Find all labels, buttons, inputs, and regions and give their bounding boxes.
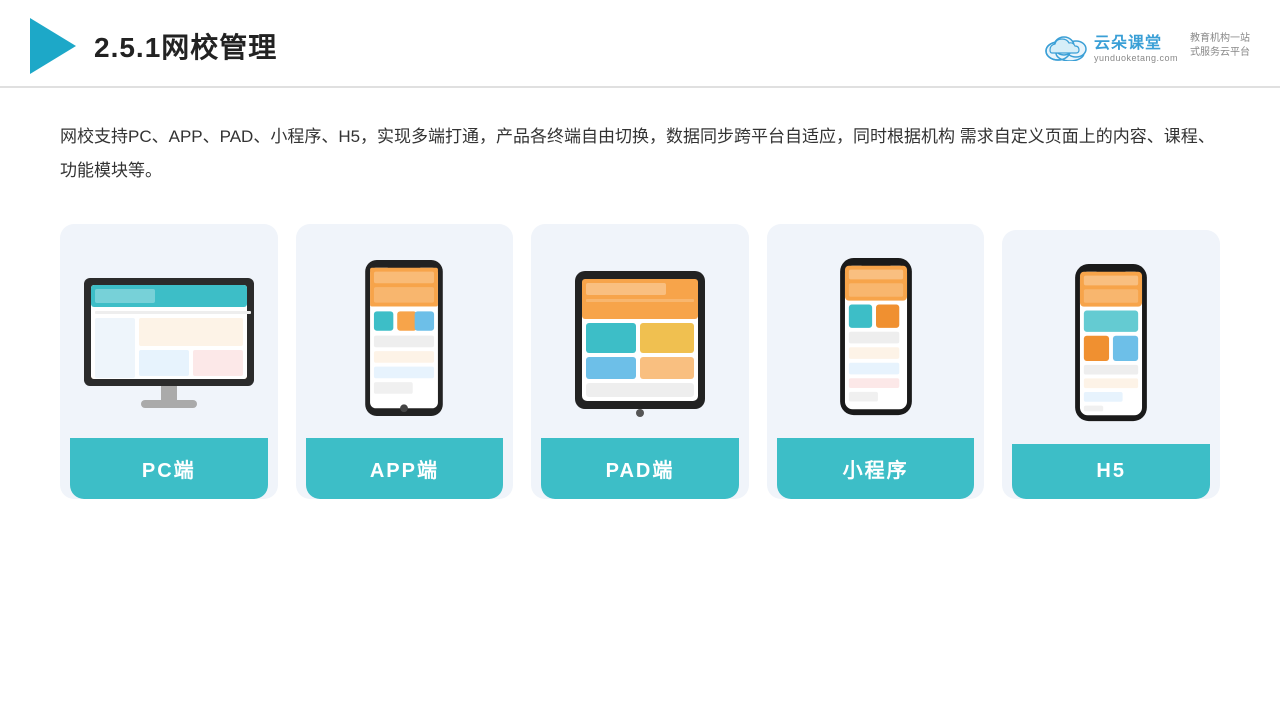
cloud-icon xyxy=(1044,31,1088,61)
label-app: APP端 xyxy=(306,438,504,499)
brand-text: 云朵课堂 yunduoketang.com xyxy=(1094,29,1178,63)
label-pc: PC端 xyxy=(70,438,268,499)
card-h5: H5 xyxy=(1002,230,1220,499)
pad-tablet-icon xyxy=(570,263,710,418)
h5-phone-icon xyxy=(1066,264,1156,424)
card-pad: PAD端 xyxy=(531,224,749,499)
h5-image-area xyxy=(1012,254,1210,424)
content: 网校支持PC、APP、PAD、小程序、H5，实现多端打通，产品各终端自由切换，数… xyxy=(0,88,1280,499)
label-h5: H5 xyxy=(1012,444,1210,499)
logo-triangle-icon xyxy=(30,18,76,74)
pc-monitor-icon xyxy=(79,273,259,418)
brand-url: yunduoketang.com xyxy=(1094,53,1178,63)
brand-logo: 云朵课堂 yunduoketang.com 教育机构一站 式服务云平台 xyxy=(1044,29,1250,63)
brand-name: 云朵课堂 xyxy=(1094,29,1162,53)
cards-row: PC端 xyxy=(60,224,1220,499)
brand-slogan: 教育机构一站 式服务云平台 xyxy=(1190,32,1250,60)
description-text: 网校支持PC、APP、PAD、小程序、H5，实现多端打通，产品各终端自由切换，数… xyxy=(60,120,1220,188)
header-right: 云朵课堂 yunduoketang.com 教育机构一站 式服务云平台 xyxy=(1044,29,1250,63)
app-phone-icon xyxy=(359,258,449,418)
label-miniprogram: 小程序 xyxy=(777,438,975,499)
mini-image-area xyxy=(777,248,975,418)
card-pc: PC端 xyxy=(60,224,278,499)
pc-image-area xyxy=(70,248,268,418)
page-title: 2.5.1网校管理 xyxy=(94,26,277,66)
label-pad: PAD端 xyxy=(541,438,739,499)
header-left: 2.5.1网校管理 xyxy=(30,18,277,74)
pad-image-area xyxy=(541,248,739,418)
header: 2.5.1网校管理 云朵课堂 yunduoketang.com 教育机构一站 式… xyxy=(0,0,1280,88)
app-image-area xyxy=(306,248,504,418)
miniprogram-phone-icon xyxy=(831,258,921,418)
card-miniprogram: 小程序 xyxy=(767,224,985,499)
card-app: APP端 xyxy=(296,224,514,499)
